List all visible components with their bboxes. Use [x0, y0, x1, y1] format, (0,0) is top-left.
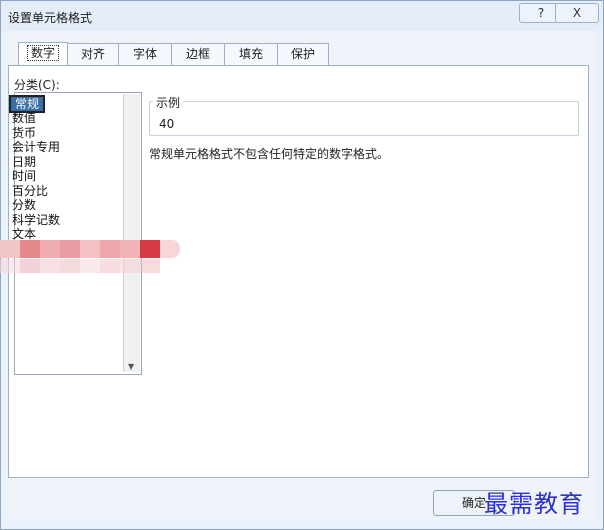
- list-item-date[interactable]: 日期: [12, 155, 36, 169]
- mosaic-block: [120, 259, 140, 273]
- list-item-scientific[interactable]: 科学记数: [12, 213, 60, 227]
- list-item-currency[interactable]: 货币: [12, 126, 36, 140]
- list-item-time[interactable]: 时间: [12, 169, 36, 183]
- list-scrollbar[interactable]: ▼: [123, 94, 140, 372]
- mosaic-block: [40, 259, 60, 273]
- list-item-fraction[interactable]: 分数: [12, 198, 36, 212]
- mosaic-block: [160, 240, 180, 258]
- tab-font[interactable]: 字体: [118, 43, 172, 65]
- mosaic-block: [100, 240, 120, 258]
- sample-group: [149, 101, 579, 136]
- mosaic-block: [0, 259, 20, 273]
- format-description: 常规单元格格式不包含任何特定的数字格式。: [149, 147, 390, 161]
- list-item-percentage[interactable]: 百分比: [12, 184, 48, 198]
- mosaic-block: [100, 259, 120, 273]
- mosaic-block: [140, 240, 160, 258]
- mosaic-block: [80, 240, 100, 258]
- list-item-text[interactable]: 文本: [12, 227, 36, 241]
- category-label: 分类(C):: [14, 78, 60, 92]
- mosaic-block: [140, 259, 160, 273]
- list-item-general[interactable]: 常规: [8, 95, 46, 113]
- dialog-title: 设置单元格格式: [8, 11, 93, 25]
- mosaic-block: [0, 240, 20, 258]
- close-button[interactable]: X: [555, 3, 599, 23]
- mosaic-block: [60, 259, 80, 273]
- list-item-accounting[interactable]: 会计专用: [12, 140, 60, 154]
- title-bar: 设置单元格格式 ? X: [1, 1, 603, 31]
- tab-protection[interactable]: 保护: [277, 43, 329, 65]
- tab-border[interactable]: 边框: [171, 43, 225, 65]
- sample-value: 40: [159, 117, 175, 131]
- mosaic-block: [60, 240, 80, 258]
- tab-number[interactable]: 数字: [18, 42, 68, 66]
- mosaic-block: [20, 240, 40, 258]
- tab-fill[interactable]: 填充: [224, 43, 278, 65]
- mosaic-block: [40, 240, 60, 258]
- scroll-down-arrow-icon[interactable]: ▼: [128, 362, 134, 371]
- tab-alignment[interactable]: 对齐: [67, 43, 119, 65]
- watermark-logo: 最需教育: [484, 490, 584, 518]
- mosaic-block: [120, 240, 140, 258]
- tab-number-label: 数字: [26, 45, 59, 61]
- mosaic-block: [80, 259, 100, 273]
- list-item-number[interactable]: 数值: [12, 111, 36, 125]
- sample-legend: 示例: [153, 94, 184, 111]
- mosaic-block: [20, 259, 40, 273]
